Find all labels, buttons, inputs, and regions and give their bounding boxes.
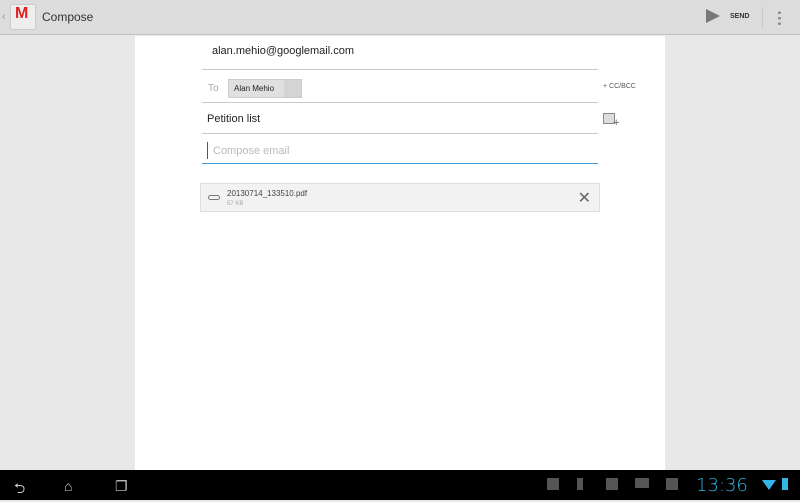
back-icon[interactable]: ⮌ <box>14 478 25 502</box>
send-icon <box>706 9 720 23</box>
send-label: SEND <box>730 12 750 20</box>
play-store-icon <box>666 478 678 490</box>
to-label: To <box>208 83 219 94</box>
recipient-chip[interactable]: Alan Mehio <box>228 79 302 98</box>
gmail-logo-icon[interactable] <box>10 4 36 30</box>
usb-icon <box>577 478 583 490</box>
attachment-item[interactable]: 20130714_133510.pdf 57 KB ✕ <box>200 183 600 212</box>
battery-icon <box>782 478 788 490</box>
clock: 13:36 <box>696 475 748 496</box>
paperclip-icon <box>208 195 220 200</box>
remove-attachment-icon[interactable]: ✕ <box>578 188 591 208</box>
to-field[interactable]: To Alan Mehio <box>202 70 598 103</box>
play-store-icon <box>606 478 618 490</box>
android-debug-icon <box>547 478 559 490</box>
subject-field[interactable]: Petition list <box>202 103 598 134</box>
recipient-name: Alan Mehio <box>234 84 275 93</box>
home-icon[interactable]: ⌂ <box>64 478 72 494</box>
add-image-icon[interactable] <box>603 113 619 129</box>
divider <box>762 7 763 29</box>
action-bar: ‹ Compose <box>0 0 800 35</box>
overflow-menu-icon[interactable] <box>778 10 781 26</box>
contact-avatar-icon <box>284 80 301 97</box>
attachment-filename: 20130714_133510.pdf <box>227 189 308 198</box>
system-nav-bar: ⮌ ⌂ ❐ 13:36 <box>0 470 800 500</box>
cc-bcc-button[interactable]: + CC/BCC <box>603 83 636 90</box>
gmail-notification-icon <box>635 478 649 488</box>
compose-email-input[interactable] <box>207 142 603 159</box>
page-title: Compose <box>42 10 94 24</box>
wifi-icon <box>762 480 776 490</box>
send-button[interactable]: SEND <box>706 9 749 23</box>
from-field[interactable]: alan.mehio@googlemail.com <box>202 36 598 70</box>
attachment-size: 57 KB <box>227 201 244 207</box>
body-field[interactable] <box>202 134 603 164</box>
up-chevron-icon[interactable]: ‹ <box>2 11 9 23</box>
recent-apps-icon[interactable]: ❐ <box>115 478 128 495</box>
